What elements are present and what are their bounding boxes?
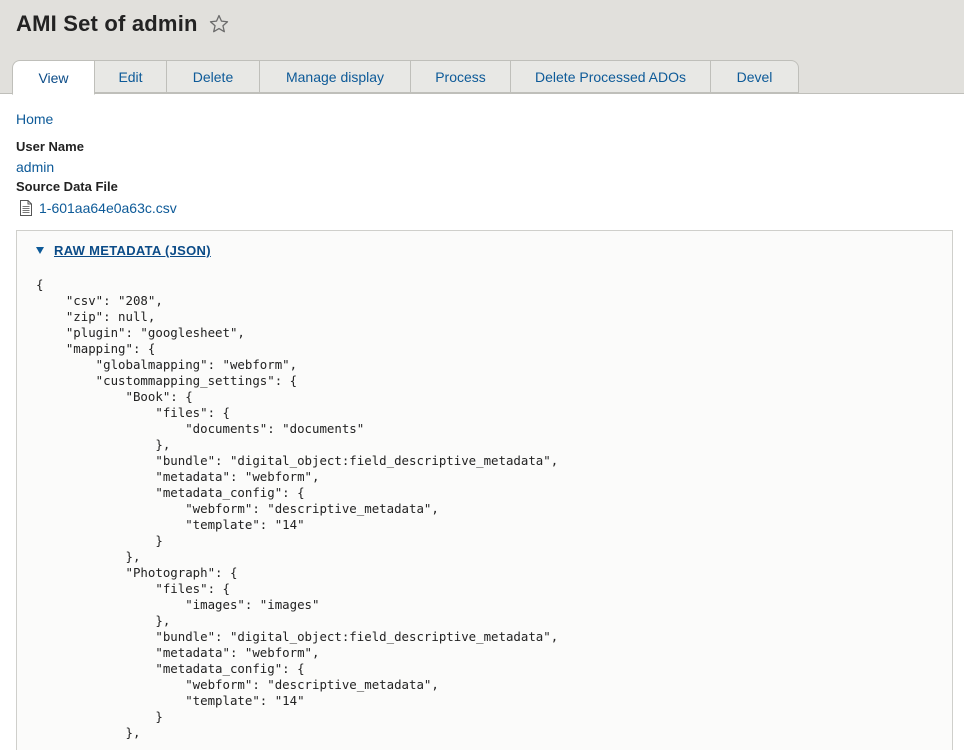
source-file-link[interactable]: 1-601aa64e0a63c.csv [39, 197, 177, 219]
triangle-down-icon [36, 247, 44, 254]
file-icon [19, 200, 33, 216]
page-title: AMI Set of admin [16, 11, 198, 36]
tab-label: Devel [736, 68, 773, 85]
tab-delete[interactable]: Delete [167, 60, 260, 93]
star-icon[interactable] [208, 13, 230, 35]
breadcrumb: Home [16, 111, 953, 129]
tab-label: Delete [192, 68, 234, 85]
page-header: AMI Set of admin View Edit Delete Manage… [0, 0, 964, 95]
user-name-link[interactable]: admin [16, 159, 54, 175]
tab-manage-display[interactable]: Manage display [260, 60, 411, 93]
tab-label: Edit [118, 68, 143, 85]
raw-metadata-label: RAW METADATA (JSON) [54, 243, 211, 258]
field-source-data-file: Source Data File 1-601aa64e0a63c.csv [16, 178, 953, 219]
tab-label: View [38, 69, 69, 86]
raw-metadata-summary[interactable]: RAW METADATA (JSON) [36, 243, 211, 258]
tab-label: Process [435, 68, 486, 85]
tab-delete-processed-ados[interactable]: Delete Processed ADOs [511, 60, 711, 93]
tab-label: Delete Processed ADOs [535, 68, 686, 85]
tab-label: Manage display [285, 68, 385, 85]
tab-process[interactable]: Process [411, 60, 511, 93]
raw-metadata-details: RAW METADATA (JSON) { "csv": "208", "zip… [16, 230, 953, 750]
tab-view[interactable]: View [12, 60, 95, 95]
title-row: AMI Set of admin [16, 9, 230, 39]
field-user-name: User Name admin [16, 138, 953, 178]
main-content: Home User Name admin Source Data File 1-… [16, 111, 953, 750]
primary-tabs: View Edit Delete Manage display Process … [12, 60, 799, 95]
field-label: User Name [16, 139, 84, 154]
breadcrumb-home-link[interactable]: Home [16, 111, 53, 127]
field-label: Source Data File [16, 179, 118, 194]
tab-devel[interactable]: Devel [711, 60, 799, 93]
tab-edit[interactable]: Edit [95, 60, 167, 93]
raw-metadata-json: { "csv": "208", "zip": null, "plugin": "… [36, 277, 559, 740]
